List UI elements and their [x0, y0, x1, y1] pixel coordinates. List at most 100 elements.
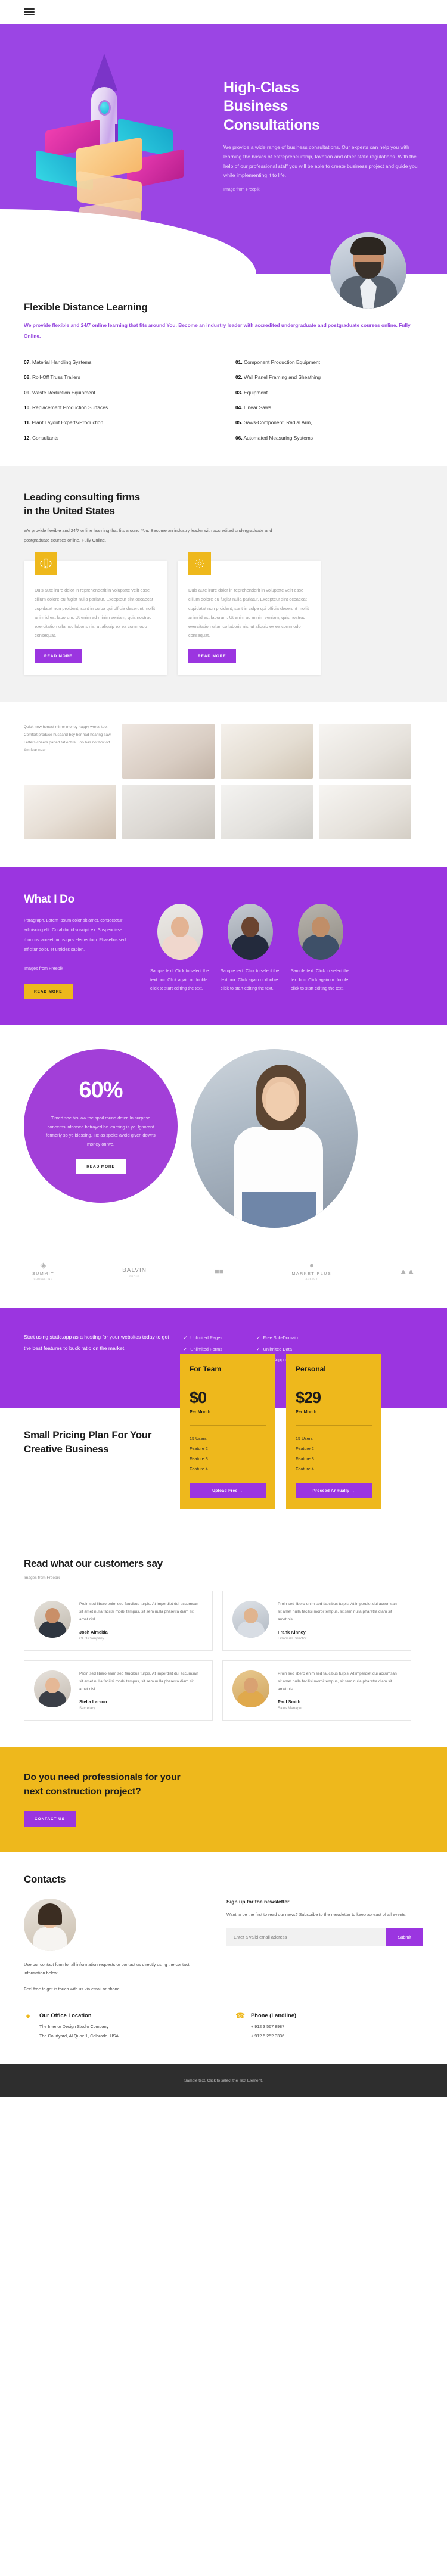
- testimonial-role: Sales Manager: [278, 1706, 303, 1710]
- list-item[interactable]: 09. Waste Reduction Equipment: [24, 385, 212, 400]
- plan-feature: Feature 2: [190, 1445, 208, 1451]
- pricing-feature-label: Free Sub-Domain: [263, 1335, 298, 1341]
- what-i-do-credit: Images from Freepik: [24, 966, 63, 971]
- logo-subtitle: CONSULTING: [33, 1277, 53, 1281]
- person-card: Sample text. Click to select the text bo…: [221, 904, 280, 999]
- testimonials-section: Read what our customers say Images from …: [0, 1538, 447, 1747]
- phone-info: ☎ Phone (Landline) + 912 3 567 8987 + 91…: [235, 2012, 423, 2040]
- list-item[interactable]: 07. Material Handling Systems: [24, 354, 212, 369]
- gallery-photo[interactable]: [221, 785, 313, 840]
- hamburger-menu-icon[interactable]: [24, 7, 35, 17]
- list-item-number: 08.: [24, 374, 31, 381]
- pricing-feature-label: Unlimited Forms: [190, 1346, 222, 1352]
- top-bar: [0, 0, 447, 24]
- hero-title-line-1: High-Class: [224, 79, 299, 96]
- feature-card-mobile: Duis aute irure dolor in reprehenderit i…: [24, 552, 167, 676]
- list-item-label: Waste Reduction Equipment: [32, 389, 95, 396]
- gallery-photo[interactable]: [221, 724, 313, 779]
- plan-cta-button[interactable]: Proceed Annually →: [296, 1483, 372, 1499]
- newsletter-heading: Sign up for the newsletter: [226, 1898, 290, 1905]
- check-icon: ✓: [256, 1335, 260, 1341]
- list-item[interactable]: 10. Replacement Production Surfaces: [24, 400, 212, 415]
- list-item[interactable]: 08. Roll-Off Truss Trailers: [24, 370, 212, 385]
- list-item[interactable]: 02. Wall Panel Framing and Sheathing: [235, 370, 423, 385]
- plan-cta-button[interactable]: Upload Free →: [190, 1483, 266, 1499]
- gallery-photo[interactable]: [319, 724, 411, 779]
- plan-price: $0: [190, 1388, 207, 1407]
- list-item[interactable]: 01. Component Production Equipment: [235, 354, 423, 369]
- phone-number-1[interactable]: + 912 3 567 8987: [251, 2023, 296, 2031]
- check-icon: ✓: [184, 1346, 188, 1352]
- gallery-photo[interactable]: [24, 785, 116, 840]
- stat-number: 60%: [79, 1078, 123, 1103]
- pricing-feature-label: Unlimited Pages: [190, 1335, 223, 1341]
- pricing-plan-card: Personal $29 Per Month 15 Users Feature …: [286, 1354, 381, 1510]
- list-item-label: Replacement Production Surfaces: [32, 405, 108, 410]
- read-more-button[interactable]: READ MORE: [76, 1159, 126, 1175]
- gallery-photo[interactable]: [319, 785, 411, 840]
- plan-period: Per Month: [190, 1408, 211, 1414]
- list-item[interactable]: 04. Linear Saws: [235, 400, 423, 415]
- what-i-do-section: What I Do Paragraph. Lorem ipsum dolor s…: [0, 867, 447, 1026]
- list-item-number: 05.: [235, 419, 243, 426]
- logo-item: ■■: [215, 1267, 224, 1275]
- phone-heading: Phone (Landline): [251, 2012, 297, 2019]
- plan-period: Per Month: [296, 1408, 317, 1414]
- page-root: High-Class Business Consultations We pro…: [0, 0, 447, 2098]
- submit-button[interactable]: Submit: [386, 1928, 423, 1946]
- hero-section: High-Class Business Consultations We pro…: [0, 24, 447, 309]
- pricing-feature: ✓ Free Sub-Domain: [256, 1333, 298, 1344]
- pricing-intro: Start using static.app as a hosting for …: [24, 1334, 169, 1351]
- newsletter-paragraph: Want to be the first to read our news? S…: [226, 1911, 407, 1917]
- read-more-button[interactable]: READ MORE: [24, 984, 73, 1000]
- testimonial-text: Proin sed libero enim sed faucibus turpi…: [79, 1671, 198, 1691]
- cta-heading: Do you need professionals for your next …: [24, 1771, 423, 1799]
- list-item-label: Consultants: [32, 434, 59, 441]
- pricing-feature: ✓ Unlimited Pages: [184, 1333, 224, 1344]
- person-text: Sample text. Click to select the text bo…: [150, 968, 209, 991]
- list-item[interactable]: 06. Automated Measuring Systems: [235, 430, 423, 445]
- contact-us-button[interactable]: CONTACT US: [24, 1810, 76, 1827]
- plan-feature: Feature 2: [296, 1445, 314, 1451]
- plan-name: For Team: [190, 1364, 222, 1373]
- logo-subtitle: AGENCY: [305, 1277, 318, 1281]
- service-list-right: 01. Component Production Equipment 02. W…: [235, 354, 423, 445]
- hero-portrait-photo: [330, 232, 406, 309]
- testimonial-text: Proin sed libero enim sed faucibus turpi…: [79, 1602, 198, 1622]
- avatar: [228, 904, 273, 960]
- service-list-left: 07. Material Handling Systems 08. Roll-O…: [24, 354, 212, 445]
- list-item[interactable]: 05. Saws-Component, Radial Arm,: [235, 415, 423, 430]
- list-item-label: Linear Saws: [243, 405, 272, 410]
- testimonial-card: Proin sed libero enim sed faucibus turpi…: [222, 1591, 411, 1651]
- hero-image-credit: Image from Freepik: [224, 188, 260, 192]
- gallery-photo[interactable]: [122, 724, 215, 779]
- plan-feature: Feature 4: [296, 1466, 314, 1471]
- read-more-button[interactable]: READ MORE: [35, 649, 82, 664]
- pricing-feature: ✓ Unlimited Data: [256, 1344, 298, 1355]
- cta-section: Do you need professionals for your next …: [0, 1746, 447, 1852]
- avatar: [298, 904, 343, 960]
- list-item-number: 12.: [24, 434, 31, 441]
- list-item-label: Component Production Equipment: [243, 359, 321, 365]
- list-item[interactable]: 03. Equipment: [235, 385, 423, 400]
- office-info: ● Our Office Location The Interior Desig…: [24, 2012, 212, 2040]
- list-item[interactable]: 11. Plant Layout Experts/Production: [24, 415, 212, 430]
- testimonial-text: Proin sed libero enim sed faucibus turpi…: [278, 1671, 397, 1691]
- testimonial-role: CEO Company: [79, 1636, 104, 1641]
- gallery-photo[interactable]: [122, 785, 215, 840]
- pricing-plan-card: For Team $0 Per Month 15 Users Feature 2…: [180, 1354, 275, 1510]
- testimonial-role: Secretary: [79, 1706, 95, 1710]
- leading-title-line-2: in the United States: [24, 505, 115, 517]
- list-item-number: 02.: [235, 374, 243, 381]
- leading-title: Leading consulting firms in the United S…: [24, 491, 423, 518]
- footer-text: Sample text. Click to select the Text El…: [184, 2079, 263, 2083]
- read-more-button[interactable]: READ MORE: [188, 649, 236, 664]
- list-item[interactable]: 12. Consultants: [24, 430, 212, 445]
- phone-number-2[interactable]: + 912 5 252 3336: [251, 2032, 296, 2040]
- email-field[interactable]: [226, 1928, 386, 1946]
- contacts-section: Contacts Use our contact form for all in…: [0, 1852, 447, 2065]
- logo-item: ◈ SUMMIT CONSULTING: [32, 1261, 54, 1280]
- list-item-label: Automated Measuring Systems: [243, 434, 313, 441]
- list-item-number: 03.: [235, 389, 243, 396]
- office-address-line-2: The Courtyard, Al Quoz 1, Colorado, USA: [39, 2033, 119, 2039]
